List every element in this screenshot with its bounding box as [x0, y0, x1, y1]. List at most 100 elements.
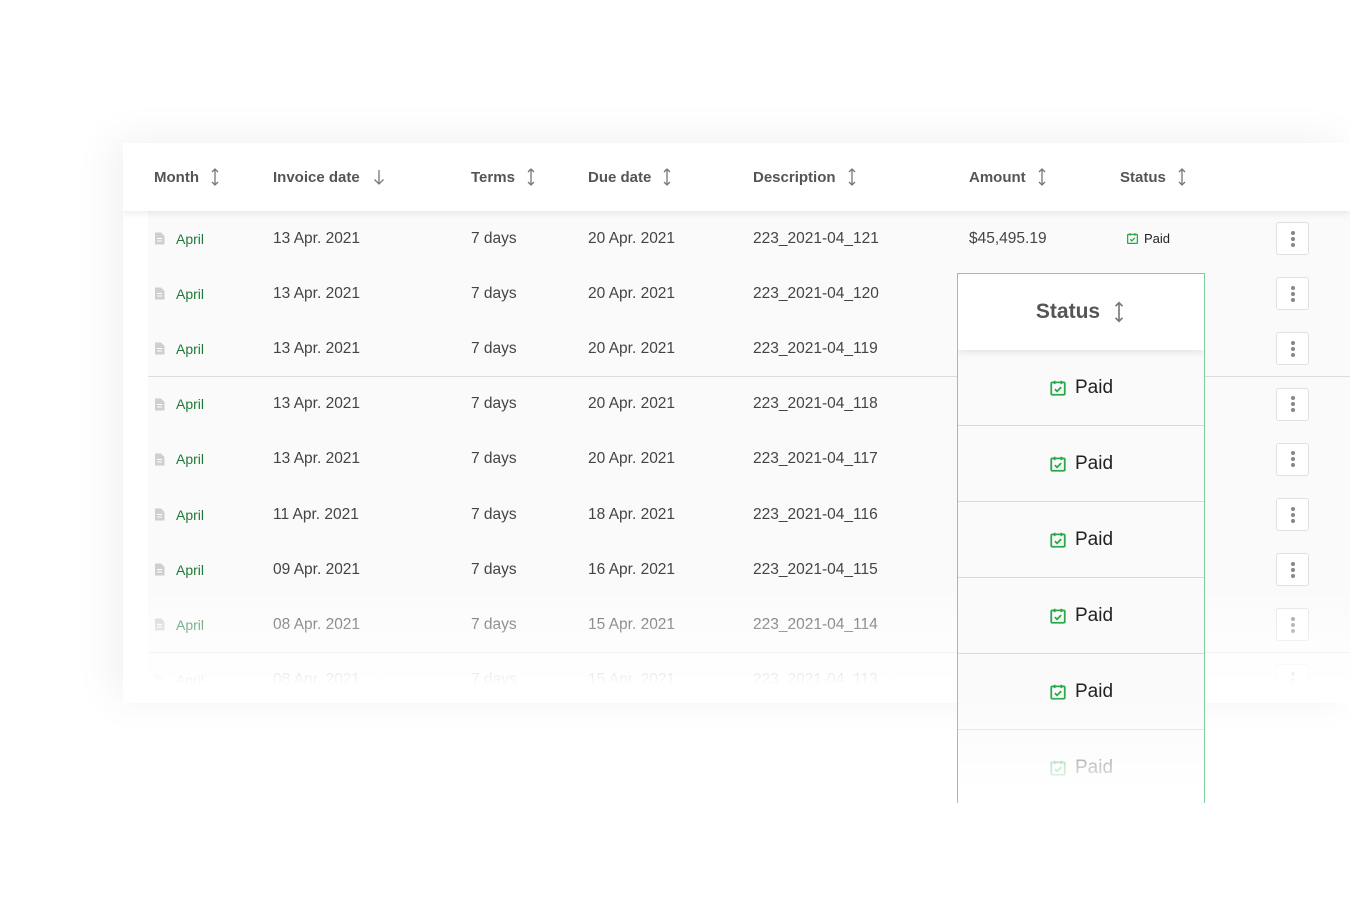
- row-menu-button[interactable]: [1276, 553, 1309, 587]
- month-link[interactable]: April: [176, 672, 204, 688]
- cell-month[interactable]: April: [154, 542, 204, 597]
- cell-description: 223_2021-04_119: [753, 339, 878, 357]
- kebab-menu-icon: [1290, 561, 1295, 566]
- row-menu-button[interactable]: [1276, 442, 1309, 476]
- month-link[interactable]: April: [176, 507, 204, 523]
- cell-due-date: 20 Apr. 2021: [588, 395, 676, 413]
- status-label: Paid: [1074, 604, 1114, 626]
- cell-month[interactable]: April: [154, 377, 204, 432]
- cell-month[interactable]: April: [154, 653, 204, 703]
- status-cell: Paid: [958, 426, 1204, 502]
- cell-invoice-date: 13 Apr. 2021: [273, 284, 361, 302]
- cell-month[interactable]: April: [154, 432, 204, 487]
- kebab-menu-icon: [1290, 396, 1295, 401]
- cell-description: 223_2021-04_113: [753, 671, 878, 689]
- month-link[interactable]: April: [176, 341, 204, 357]
- kebab-menu-icon: [1290, 451, 1295, 456]
- cell-month[interactable]: April: [154, 321, 204, 376]
- document-icon: [155, 398, 165, 411]
- sort-both-icon[interactable]: [525, 167, 537, 187]
- kebab-menu-icon: [1290, 506, 1295, 511]
- column-header-label: Description: [753, 168, 836, 186]
- cell-terms: 7 days: [471, 615, 517, 633]
- month-link[interactable]: April: [176, 562, 204, 578]
- status-label: Paid: [1144, 231, 1171, 246]
- sort-both-icon[interactable]: [846, 167, 858, 187]
- sort-both-icon: [1115, 301, 1124, 323]
- status-column-header[interactable]: Status: [958, 274, 1204, 350]
- cell-month[interactable]: April: [154, 211, 204, 266]
- column-header-invoice-date[interactable]: Invoice date: [273, 143, 388, 211]
- cell-amount: $45,495.19: [969, 229, 1047, 247]
- cell-invoice-date: 13 Apr. 2021: [273, 339, 361, 357]
- cell-terms: 7 days: [471, 671, 517, 689]
- column-header-due-date[interactable]: Due date: [588, 143, 673, 211]
- column-header-label: Status: [1120, 168, 1166, 186]
- row-menu-button[interactable]: [1276, 387, 1309, 421]
- calendar-check-icon: [1126, 233, 1139, 245]
- sort-both-icon[interactable]: [661, 167, 673, 187]
- cell-description: 223_2021-04_120: [753, 284, 879, 302]
- cell-due-date: 20 Apr. 2021: [588, 284, 676, 302]
- cell-due-date: 20 Apr. 2021: [588, 450, 676, 468]
- cell-month[interactable]: April: [154, 487, 204, 542]
- table-row[interactable]: April 13 Apr. 2021 7 days 20 Apr. 2021 223_2…: [148, 211, 1350, 267]
- cell-terms: 7 days: [471, 560, 517, 578]
- status-cell: Paid: [958, 502, 1204, 578]
- arrow-down-icon[interactable]: [370, 167, 388, 187]
- month-link[interactable]: April: [176, 231, 204, 247]
- cell-month[interactable]: April: [154, 597, 204, 652]
- cell-due-date: 20 Apr. 2021: [588, 229, 676, 247]
- cell-month[interactable]: April: [154, 266, 204, 321]
- sort-both-icon[interactable]: [1176, 167, 1188, 187]
- cell-terms: 7 days: [471, 229, 517, 247]
- status-cell: Paid: [958, 578, 1204, 654]
- status-label: Paid: [1074, 528, 1114, 550]
- column-header-label: Terms: [471, 168, 515, 186]
- cell-due-date: 15 Apr. 2021: [588, 615, 676, 633]
- month-link[interactable]: April: [176, 451, 204, 467]
- sort-both-icon[interactable]: [1036, 167, 1048, 187]
- calendar-check-icon: [1050, 380, 1066, 396]
- cell-description: 223_2021-04_117: [753, 450, 878, 468]
- table-header: Month Invoice date Terms Due date Descriptio…: [123, 143, 1350, 211]
- status-header-label: Status: [1035, 300, 1101, 323]
- cell-invoice-date: 13 Apr. 2021: [273, 450, 361, 468]
- column-header-month[interactable]: Month: [154, 143, 221, 211]
- document-icon: [155, 563, 165, 576]
- status-cell: Paid: [958, 350, 1204, 426]
- cell-invoice-date: 08 Apr. 2021: [273, 615, 361, 633]
- sort-both-icon[interactable]: [209, 167, 221, 187]
- row-menu-button[interactable]: [1276, 277, 1309, 311]
- calendar-check-icon: [1050, 532, 1066, 548]
- document-icon: [155, 674, 165, 687]
- column-header-label: Month: [154, 168, 199, 186]
- document-icon: [155, 508, 165, 521]
- row-menu-button[interactable]: [1276, 608, 1309, 642]
- cell-description: 223_2021-04_118: [753, 395, 878, 413]
- column-header-status[interactable]: Status: [1120, 143, 1188, 211]
- kebab-menu-icon: [1290, 285, 1295, 290]
- document-icon: [155, 342, 165, 355]
- cell-invoice-date: 13 Apr. 2021: [273, 395, 361, 413]
- row-menu-button[interactable]: [1276, 498, 1309, 531]
- cell-terms: 7 days: [471, 450, 517, 468]
- row-menu-button[interactable]: [1276, 332, 1309, 366]
- calendar-check-icon: [1050, 608, 1066, 624]
- row-menu-button[interactable]: [1276, 222, 1309, 255]
- cell-invoice-date: 08 Apr. 2021: [273, 671, 361, 689]
- column-header-label: Due date: [588, 168, 652, 186]
- column-header-label: Invoice date: [273, 168, 360, 186]
- month-link[interactable]: April: [176, 396, 204, 412]
- column-header-terms[interactable]: Terms: [471, 143, 537, 211]
- row-menu-button[interactable]: [1276, 663, 1309, 697]
- month-link[interactable]: April: [176, 286, 204, 302]
- month-link[interactable]: April: [176, 617, 204, 633]
- column-header-description[interactable]: Description: [753, 143, 858, 211]
- column-header-amount[interactable]: Amount: [969, 143, 1048, 211]
- cell-invoice-date: 09 Apr. 2021: [273, 560, 361, 578]
- document-icon: [155, 287, 165, 300]
- cell-due-date: 16 Apr. 2021: [588, 560, 676, 578]
- column-header-label: Amount: [969, 168, 1026, 186]
- status-label: Paid: [1074, 376, 1114, 398]
